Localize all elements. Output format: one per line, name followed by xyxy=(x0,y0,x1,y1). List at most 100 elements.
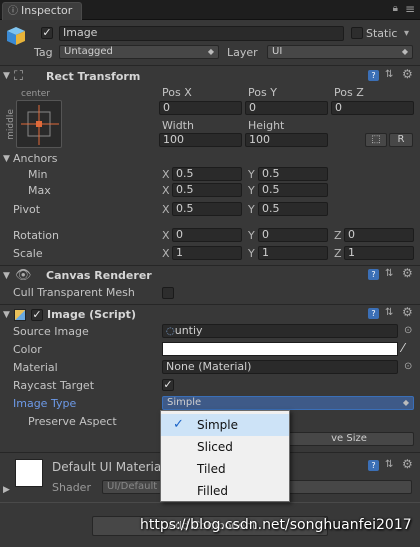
popup-option-simple[interactable]: ✓ Simple xyxy=(161,414,289,436)
foldout-arrow-icon[interactable]: ▶ xyxy=(3,485,10,495)
height-label: Height xyxy=(248,119,285,132)
chevron-down-icon: ◆ xyxy=(402,398,409,407)
popup-option-sliced[interactable]: Sliced xyxy=(161,436,289,458)
inspector-tab[interactable]: ⓘ Inspector xyxy=(2,2,82,20)
presets-icon[interactable]: ⇅ xyxy=(385,459,393,470)
static-label: Static xyxy=(366,27,398,40)
popup-option-label: Sliced xyxy=(197,440,233,454)
source-image-label: Source Image xyxy=(13,325,89,338)
anchor-min-x-field[interactable]: 0.5 xyxy=(172,167,242,181)
blueprint-icon: ⬚ xyxy=(371,134,381,145)
active-checkbox[interactable]: ✓ xyxy=(41,27,53,39)
gear-icon[interactable]: ⚙ xyxy=(402,305,413,319)
raycast-target-checkbox[interactable]: ✓ xyxy=(162,379,174,391)
static-dropdown-icon[interactable]: ▾ xyxy=(404,28,409,39)
layer-value: UI xyxy=(272,46,283,57)
cull-transparent-checkbox[interactable] xyxy=(162,287,174,299)
rotation-label: Rotation xyxy=(13,229,60,242)
axis-y-label: Y xyxy=(248,229,255,242)
anchor-max-y-field[interactable]: 0.5 xyxy=(258,183,328,197)
axis-y-label: Y xyxy=(248,203,255,216)
anchors-label: Anchors xyxy=(13,152,58,165)
width-field[interactable]: 100 xyxy=(159,133,242,147)
divider xyxy=(0,502,420,503)
scale-z-field[interactable]: 1 xyxy=(344,246,414,260)
popup-option-tiled[interactable]: Tiled xyxy=(161,458,289,480)
divider xyxy=(0,265,420,266)
axis-x-label: X xyxy=(162,247,170,260)
blueprint-mode-button[interactable]: ⬚ xyxy=(365,133,387,147)
scale-y-field[interactable]: 1 xyxy=(258,246,328,260)
foldout-arrow-icon[interactable]: ▼ xyxy=(3,310,10,320)
raw-edit-button[interactable]: R xyxy=(389,133,413,147)
gear-icon[interactable]: ⚙ xyxy=(402,457,413,471)
image-script-title: Image (Script) xyxy=(47,308,136,321)
pos-z-label: Pos Z xyxy=(334,86,364,99)
shader-value: UI/Default xyxy=(107,481,158,492)
anchor-max-x-field[interactable]: 0.5 xyxy=(172,183,242,197)
layer-dropdown[interactable]: UI ◆ xyxy=(267,45,413,59)
axis-x-label: X xyxy=(162,229,170,242)
tab-menu-icon[interactable]: ≡ xyxy=(405,2,415,16)
rotation-x-field[interactable]: 0 xyxy=(172,228,242,242)
rect-transform-icon: ⛶ xyxy=(14,69,24,84)
static-checkbox[interactable] xyxy=(351,27,363,39)
preserve-aspect-label: Preserve Aspect xyxy=(28,415,117,428)
help-icon[interactable]: ? xyxy=(368,269,379,280)
popup-option-filled[interactable]: Filled xyxy=(161,480,289,502)
height-field[interactable]: 100 xyxy=(245,133,328,147)
pivot-label: Pivot xyxy=(13,203,41,216)
anchors-foldout-icon[interactable]: ▼ xyxy=(3,154,10,164)
image-enabled-checkbox[interactable]: ✓ xyxy=(31,309,43,321)
pos-x-field[interactable]: 0 xyxy=(159,101,242,115)
pos-y-field[interactable]: 0 xyxy=(245,101,328,115)
presets-icon[interactable]: ⇅ xyxy=(385,69,393,80)
name-field[interactable]: Image xyxy=(59,26,344,41)
foldout-arrow-icon[interactable]: ▼ xyxy=(3,271,10,281)
anchor-min-label: Min xyxy=(28,168,48,181)
gear-icon[interactable]: ⚙ xyxy=(402,67,413,81)
help-icon[interactable]: ? xyxy=(368,308,379,319)
axis-x-label: X xyxy=(162,184,170,197)
foldout-arrow-icon[interactable]: ▼ xyxy=(3,71,10,81)
scale-label: Scale xyxy=(13,247,43,260)
presets-icon[interactable]: ⇅ xyxy=(385,307,393,318)
check-icon: ✓ xyxy=(173,417,184,432)
popup-option-label: Tiled xyxy=(197,462,226,476)
eye-icon: 👁︎ xyxy=(15,268,32,283)
axis-y-label: Y xyxy=(248,247,255,260)
anchor-presets-button[interactable] xyxy=(16,100,62,148)
material-title: Default UI Materia xyxy=(52,460,162,474)
image-type-dropdown[interactable]: Simple ◆ xyxy=(162,396,414,410)
tag-dropdown[interactable]: Untagged ◆ xyxy=(59,45,219,59)
rotation-y-field[interactable]: 0 xyxy=(258,228,328,242)
scale-x-field[interactable]: 1 xyxy=(172,246,242,260)
source-image-field[interactable]: ◌untiy xyxy=(162,324,398,338)
axis-y-label: Y xyxy=(248,168,255,181)
help-icon[interactable]: ? xyxy=(368,460,379,471)
raw-edit-label: R xyxy=(397,134,405,145)
anchor-max-label: Max xyxy=(28,184,51,197)
object-picker-icon[interactable]: ⊙ xyxy=(404,361,412,372)
pivot-y-field[interactable]: 0.5 xyxy=(258,202,328,216)
color-swatch[interactable] xyxy=(162,342,398,356)
gear-icon[interactable]: ⚙ xyxy=(402,266,413,280)
help-icon[interactable]: ? xyxy=(368,70,379,81)
gameobject-icon xyxy=(5,25,27,47)
info-icon: ⓘ xyxy=(8,6,18,17)
rotation-z-field[interactable]: 0 xyxy=(344,228,414,242)
eyedropper-icon[interactable]: ⁄ xyxy=(402,341,404,355)
material-field[interactable]: None (Material) xyxy=(162,360,398,374)
raycast-target-label: Raycast Target xyxy=(13,379,95,392)
pivot-x-field[interactable]: 0.5 xyxy=(172,202,242,216)
image-type-value: Simple xyxy=(167,397,202,408)
pos-z-field[interactable]: 0 xyxy=(331,101,414,115)
cull-transparent-label: Cull Transparent Mesh xyxy=(13,286,135,299)
rect-transform-title: Rect Transform xyxy=(46,70,141,83)
layer-label: Layer xyxy=(227,46,258,59)
lock-icon[interactable]: 🔒︎ xyxy=(393,3,398,14)
anchor-min-y-field[interactable]: 0.5 xyxy=(258,167,328,181)
presets-icon[interactable]: ⇅ xyxy=(385,268,393,279)
inspector-tab-bar: ⓘ Inspector 🔒︎ ≡ xyxy=(0,0,420,20)
object-picker-icon[interactable]: ⊙ xyxy=(404,325,412,336)
